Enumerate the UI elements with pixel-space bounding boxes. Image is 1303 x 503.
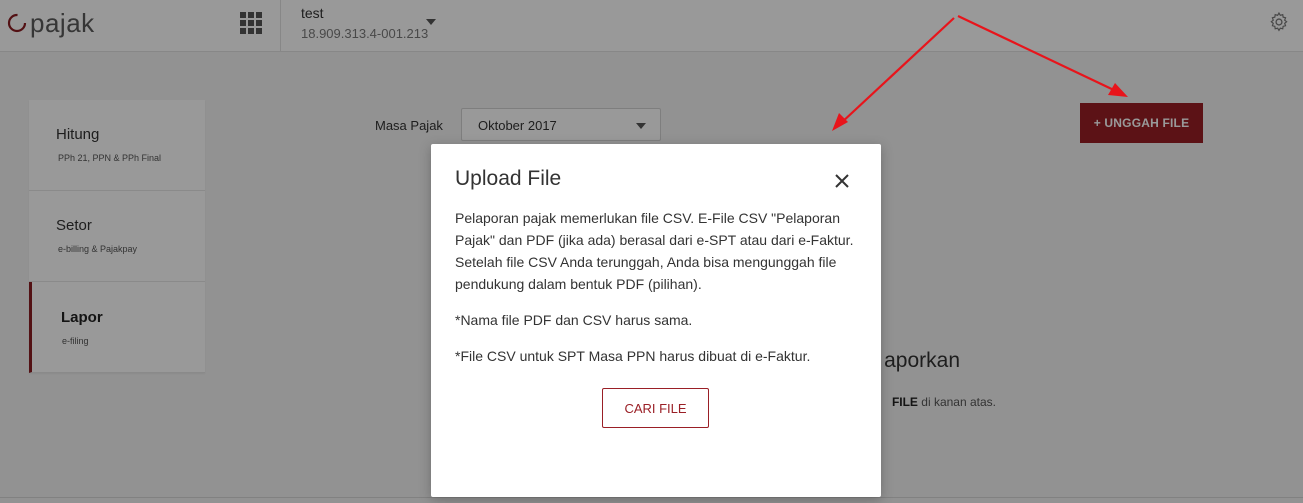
dialog-paragraph-note-ppn: *File CSV untuk SPT Masa PPN harus dibua… [455, 348, 811, 364]
dialog-paragraph-intro: Pelaporan pajak memerlukan file CSV. E-F… [455, 210, 854, 292]
close-icon[interactable] [831, 170, 853, 192]
upload-file-dialog: Upload File Pelaporan pajak memerlukan f… [431, 144, 881, 497]
dialog-paragraph-note-name: *Nama file PDF dan CSV harus sama. [455, 312, 693, 328]
close-icon-glyph [835, 174, 849, 188]
dialog-body: Pelaporan pajak memerlukan file CSV. E-F… [455, 207, 863, 381]
browse-file-button[interactable]: CARI FILE [602, 388, 709, 428]
dialog-title: Upload File [455, 167, 562, 190]
